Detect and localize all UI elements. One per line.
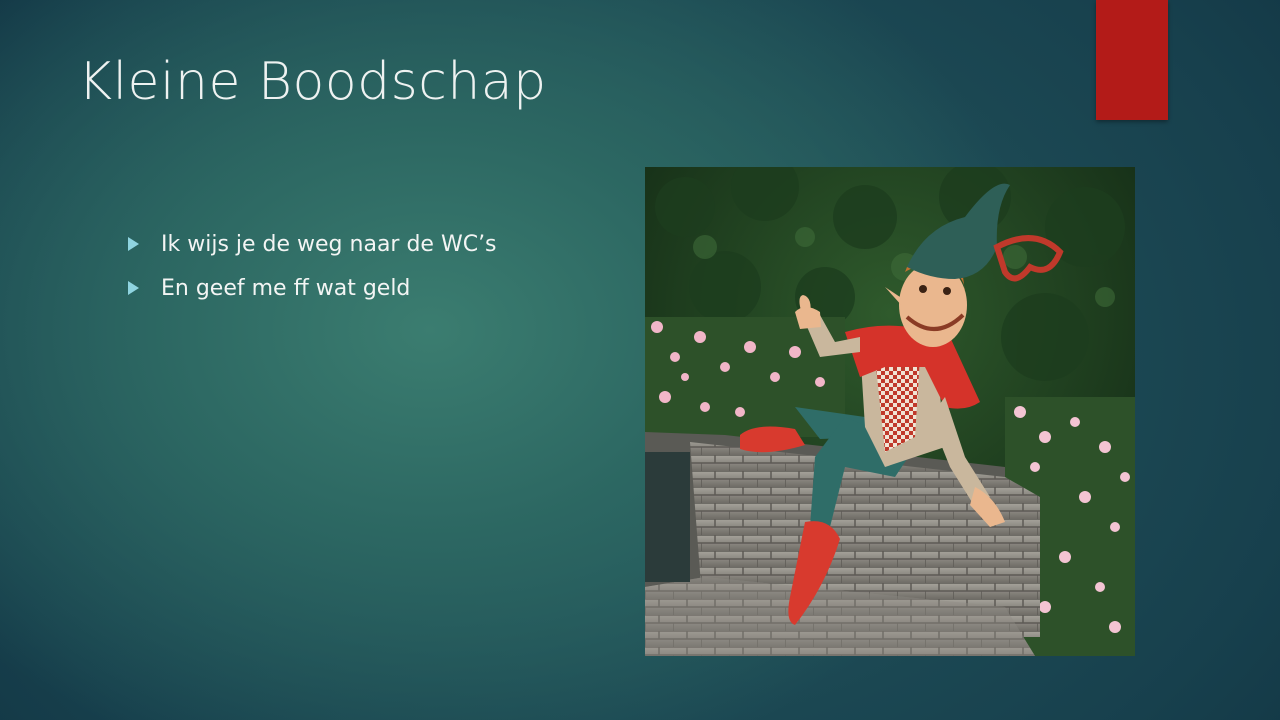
triangle-bullet-icon — [128, 237, 139, 251]
bullet-list: Ik wijs je de weg naar de WC’s En geef m… — [128, 222, 497, 310]
bullet-text: Ik wijs je de weg naar de WC’s — [161, 231, 497, 257]
elf-statue-photo — [645, 167, 1135, 656]
bullet-item: En geef me ff wat geld — [128, 266, 497, 310]
slide-title: Kleine Boodschap — [78, 52, 547, 112]
bullet-text: En geef me ff wat geld — [161, 275, 411, 301]
slide: Kleine Boodschap Ik wijs je de weg naar … — [0, 0, 1280, 720]
elf-statue-illustration — [645, 167, 1135, 656]
accent-bar — [1096, 0, 1168, 120]
triangle-bullet-icon — [128, 281, 139, 295]
bullet-item: Ik wijs je de weg naar de WC’s — [128, 222, 497, 266]
